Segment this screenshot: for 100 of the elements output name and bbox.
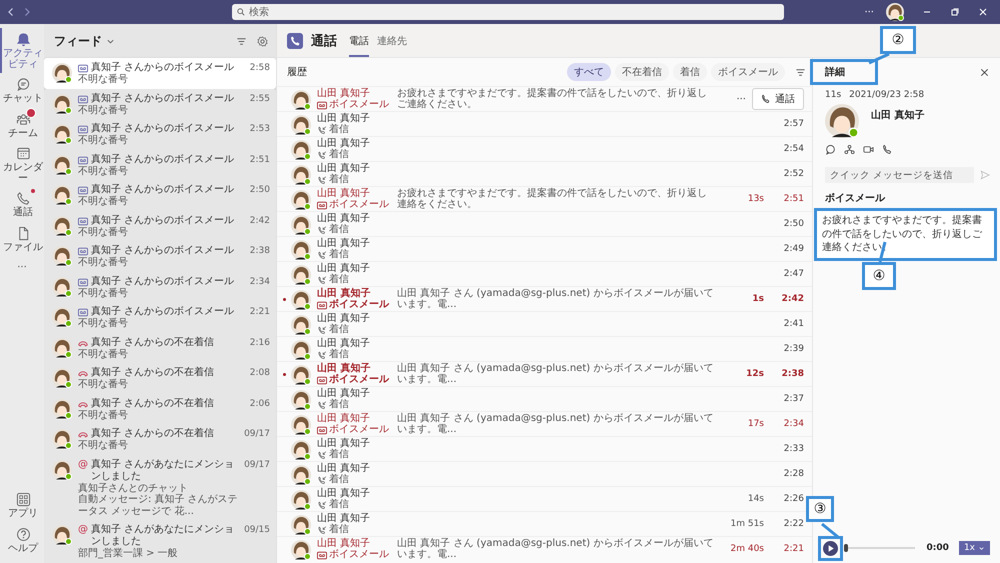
feed-item-detail: 不明な番号 xyxy=(78,226,129,238)
feed-item-detail: 不明な番号 xyxy=(78,135,129,146)
call-row[interactable]: 山田 真知子 着信 2:50 xyxy=(277,211,812,236)
voicemail-icon xyxy=(317,551,327,560)
app-bar-item[interactable]: チーム xyxy=(0,108,44,142)
avatar xyxy=(52,525,72,545)
call-time: 2:41 xyxy=(782,319,804,329)
call-row[interactable]: 山田 真知子 着信 2:57 xyxy=(277,111,812,136)
caller-name: 山田 真知子 xyxy=(317,488,372,499)
tab[interactable]: 電話 xyxy=(349,24,369,56)
avatar xyxy=(291,440,311,460)
apps-icon xyxy=(16,492,30,507)
filter-icon[interactable] xyxy=(236,36,247,46)
org-chart-icon[interactable] xyxy=(844,144,855,155)
feed-item-detail: 不明な番号 xyxy=(78,288,129,299)
call-time: 2:57 xyxy=(782,119,804,129)
call-row[interactable]: 山田 真知子 ボイスメール お疲れさまですやまだです。提案書の件で話をしたいので、折り返しご連絡ください。 ··· 通話 xyxy=(277,86,812,111)
details-tab[interactable]: 詳細 xyxy=(813,62,875,82)
more-options[interactable]: ··· xyxy=(864,6,874,18)
call-duration: 17s xyxy=(748,419,764,429)
voicemail-preview: お疲れさまですやまだです。提案書の件で話をしたいので、折り返し連絡をください。 xyxy=(397,188,708,210)
contact-name: 山田 真知子 xyxy=(871,108,924,122)
call-row[interactable]: 山田 真知子 着信 2:39 xyxy=(277,336,812,361)
call-row[interactable]: 山田 真知子 着信 2:52 xyxy=(277,161,812,186)
maximize-icon[interactable] xyxy=(950,7,960,17)
voicemail-icon xyxy=(78,216,88,226)
feed-item[interactable]: 真知子 さんからのボイスメール 不明な番号 2:58 xyxy=(44,58,276,88)
call-row[interactable]: 山田 真知子 着信 2:33 xyxy=(277,436,812,461)
call-row[interactable]: 山田 真知子 着信 2:41 xyxy=(277,311,812,336)
call-duration: 12s xyxy=(746,369,764,379)
quick-message-field[interactable]: クイック メッセージを送信 xyxy=(825,167,974,183)
call-row[interactable]: 山田 真知子 着信 2:54 xyxy=(277,136,812,161)
feed-item-title: 真知子 さんからのボイスメール xyxy=(91,276,234,288)
tab[interactable]: 連絡先 xyxy=(377,24,407,56)
play-button[interactable] xyxy=(821,538,840,558)
speed-button[interactable]: 1x xyxy=(958,541,990,555)
filter-icon[interactable] xyxy=(795,66,806,78)
app-bar-item[interactable]: アプリ xyxy=(0,488,44,522)
app-bar-item[interactable]: ファイル xyxy=(0,222,44,256)
call-row[interactable]: 山田 真知子 ボイスメール お疲れさまですやまだです。提案書の件で話をしたいので、折り返し連絡をください。 13s 2:51 xyxy=(277,186,812,211)
call-type: ボイスメール xyxy=(329,99,389,110)
call-type: ボイスメール xyxy=(329,199,389,210)
call-row[interactable]: 山田 真知子 ボイスメール 山田 真知子 さん (yamada@sg-plus.net) からボイスメールが届いています。電... 2m 40s 2:21 xyxy=(277,536,812,561)
call-type: 着信 xyxy=(329,449,349,460)
voicemail-icon xyxy=(317,426,327,435)
app-bar-item[interactable]: チャット xyxy=(0,73,44,108)
voicemail-duration: 11s xyxy=(825,90,842,100)
app-bar-item[interactable]: カレンダー xyxy=(0,142,44,187)
filter-pill[interactable]: 着信 xyxy=(673,63,707,81)
close-icon[interactable] xyxy=(979,66,990,78)
call-row[interactable]: 山田 真知子 着信 2:37 xyxy=(277,386,812,411)
call-row[interactable]: 山田 真知子 ボイスメール 山田 真知子 さん (yamada@sg-plus.net) からボイスメールが届いています。電... 12s 2:38 xyxy=(277,361,812,386)
feed-item-time: 2:42 xyxy=(250,216,270,226)
incoming-call-icon xyxy=(317,176,327,185)
voicemail-preview: 山田 真知子 さん (yamada@sg-plus.net) からボイスメールが届いています。電... xyxy=(397,363,714,385)
feed-item-title: 真知子 さんからのボイスメール xyxy=(91,123,234,134)
more-options[interactable]: ··· xyxy=(736,94,746,104)
call-row[interactable]: 山田 真知子 着信 2:49 xyxy=(277,236,812,261)
call-type: ボイスメール xyxy=(329,424,389,435)
avatar[interactable] xyxy=(886,3,904,21)
avatar xyxy=(291,240,311,260)
more-apps[interactable]: ··· xyxy=(0,262,44,273)
incoming-call-icon xyxy=(317,476,327,485)
filter-pill[interactable]: 不在着信 xyxy=(615,63,669,81)
feed-item-time: 2:51 xyxy=(250,154,270,164)
settings-icon[interactable] xyxy=(257,36,268,46)
video-icon[interactable] xyxy=(863,144,874,155)
call-button[interactable]: 通話 xyxy=(752,88,804,110)
filter-pill[interactable]: ボイスメール xyxy=(711,63,785,81)
incoming-call-icon xyxy=(317,126,327,135)
call-row[interactable]: 山田 真知子 着信 2:28 xyxy=(277,461,812,486)
avatar xyxy=(291,390,311,410)
chat-icon[interactable] xyxy=(825,144,836,155)
feed-item-title: 真知子 さんからのボイスメール xyxy=(91,62,234,74)
feed-item-detail: 不明な番号 xyxy=(78,318,129,330)
voicemail-icon xyxy=(317,101,327,110)
call-row[interactable]: 山田 真知子 ボイスメール 山田 真知子 さん (yamada@sg-plus.net) からボイスメールが届いています。電... 1s 2:42 xyxy=(277,286,812,311)
search-field[interactable]: 検索 xyxy=(232,4,784,20)
caret-icon xyxy=(978,544,985,552)
app-bar-item[interactable]: 通話 xyxy=(0,187,44,222)
feed-item-detail: 不明な番号 xyxy=(78,166,129,177)
call-row[interactable]: 山田 真知子 着信 2:47 xyxy=(277,261,812,286)
back-icon[interactable] xyxy=(6,7,16,17)
feed-item-title: 真知子 さんからのボイスメール xyxy=(91,306,234,318)
slider-thumb[interactable] xyxy=(844,544,848,552)
forward-icon[interactable] xyxy=(22,7,32,17)
feed-item-detail: 不明な番号 xyxy=(78,348,129,360)
avatar xyxy=(291,290,311,310)
feed-item-detail: 不明な番号 xyxy=(78,440,129,452)
app-bar-item[interactable]: ヘルプ xyxy=(0,522,44,557)
feed-title[interactable]: フィード xyxy=(54,32,102,50)
call-time: 2:52 xyxy=(782,169,804,179)
call-row[interactable]: 山田 真知子 ボイスメール 山田 真知子 さん (yamada@sg-plus.net) からボイスメールが届いています。電... 17s 2:34 xyxy=(277,411,812,436)
feed-item-time: 2:21 xyxy=(250,307,270,317)
phone-icon[interactable] xyxy=(882,144,893,155)
filter-pill[interactable]: すべて xyxy=(567,63,611,81)
feed-item-title: 真知子 さんからのボイスメール xyxy=(91,184,234,196)
call-row[interactable]: 山田 真知子 着信 1m 51s 2:22 xyxy=(277,511,812,536)
incoming-call-icon xyxy=(317,226,327,235)
avatar xyxy=(291,414,311,434)
